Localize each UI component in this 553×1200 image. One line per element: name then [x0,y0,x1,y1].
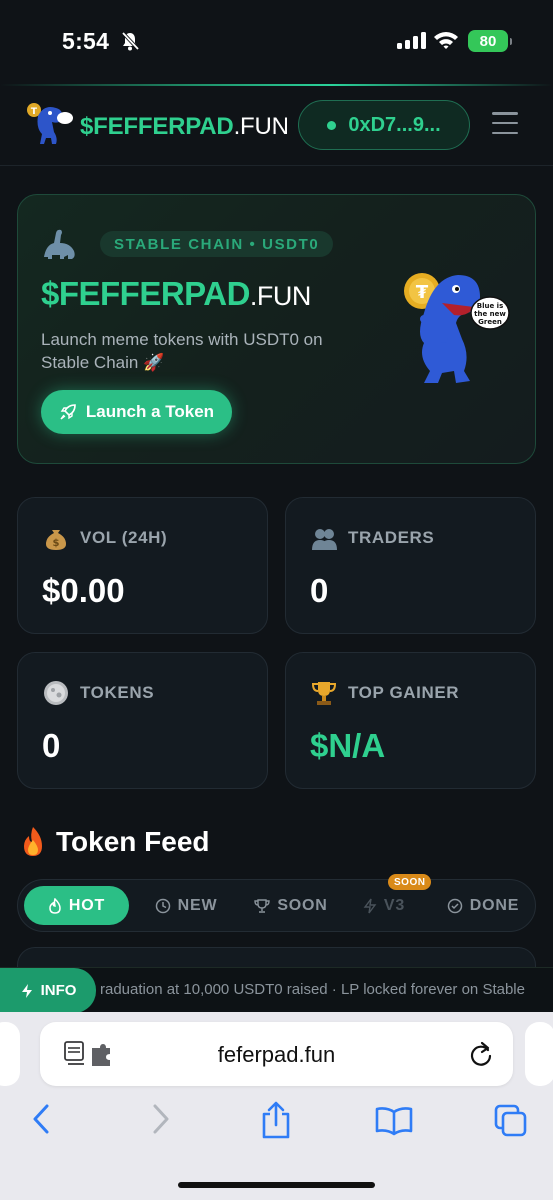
info-label: INFO [40,982,77,999]
wallet-address: 0xD7...9... [348,113,441,136]
info-ticker: raduation at 10,000 USDT0 raised · LP lo… [0,967,553,1012]
stat-card-volume: $ VOL (24H) $0.00 [17,497,268,634]
url-text: feferpad.fun [217,1042,336,1067]
svg-text:the new: the new [474,310,506,318]
tabs-icon[interactable] [494,1104,528,1138]
people-icon [312,529,337,550]
stat-label: VOL (24H) [80,528,168,547]
svg-text:T: T [31,107,38,117]
check-circle-icon [447,898,463,913]
dino-logo-icon[interactable]: T [24,98,74,150]
wifi-icon [434,32,458,49]
safari-toolbar: feferpad.fun [0,1012,553,1200]
stat-value: $0.00 [42,572,125,609]
wallet-status-dot [327,120,337,130]
cell-signal-icon [397,32,426,49]
brand-suffix: .FUN [233,113,289,140]
hero-title: $FEFFERPAD.FUN [41,275,311,313]
app-header: T $FEFFERPAD.FUN 0xD7...9... [0,86,553,166]
lightning-icon [363,898,377,913]
tab-soon[interactable]: SOON [246,886,336,925]
hero-title-bold: $FEFFERPAD [41,275,250,312]
prev-tab-preview[interactable] [0,1022,20,1086]
stat-label: TOKENS [80,683,155,702]
hamburger-menu-icon[interactable] [492,112,518,134]
tab-v3[interactable]: V3 [354,886,414,925]
wallet-button[interactable]: 0xD7...9... [298,100,470,150]
stat-value: $N/A [310,727,386,764]
svg-text:Green: Green [478,318,502,326]
tab-label: V3 [383,896,406,914]
launch-token-label: Launch a Token [85,402,215,421]
battery-indicator: 80 [468,30,512,52]
feed-tabs: HOT NEW SOON V3 SOON DONE [17,874,536,932]
trophy-icon [311,682,337,705]
stat-value: 0 [310,572,329,609]
money-bag-icon: $ [46,530,66,550]
next-tab-preview[interactable] [525,1022,553,1086]
hero-title-suffix: .FUN [249,281,312,311]
brand-bold: $FEFFERPAD [80,113,234,140]
bookmarks-icon[interactable] [375,1106,413,1136]
hero-card: STABLE CHAIN • USDT0 $FEFFERPAD.FUN Laun… [17,194,536,464]
stat-card-top-gainer: TOP GAINER $N/A [285,652,536,789]
svg-text:Blue is: Blue is [477,302,503,310]
tab-label: DONE [469,896,520,914]
bell-off-icon [121,31,140,51]
token-feed-heading: Token Feed [18,826,210,858]
lightning-icon [21,983,32,998]
info-button[interactable]: INFO [0,968,96,1012]
coin-icon [44,681,68,705]
tab-label: NEW [177,896,218,914]
stat-card-tokens: TOKENS 0 [17,652,268,789]
status-bar: 5:54 80 [0,0,553,84]
tab-label: HOT [68,896,106,914]
fire-icon [24,827,42,856]
reload-icon[interactable] [468,1040,494,1068]
tab-label: SOON [277,896,328,914]
dinosaur-icon [44,229,75,259]
stat-value: 0 [42,727,61,764]
stat-card-traders: TRADERS 0 [285,497,536,634]
mascot-dino-image: ₮ Blue is the new Green [404,273,510,383]
chain-chip: STABLE CHAIN • USDT0 [100,231,334,257]
flame-icon [49,897,61,914]
back-icon[interactable] [30,1102,52,1136]
hero-subtitle: Launch meme tokens with USDT0 on Stable … [41,330,323,372]
forward-icon[interactable] [150,1102,172,1136]
status-time: 5:54 [62,28,110,54]
share-icon[interactable] [260,1100,292,1140]
home-indicator [178,1182,375,1188]
v3-soon-badge: SOON [388,874,432,890]
trophy-outline-icon [254,898,271,913]
svg-text:$: $ [53,538,60,549]
tab-new[interactable]: NEW [146,886,226,925]
tab-done[interactable]: DONE [434,886,532,925]
tab-hot[interactable]: HOT [24,886,129,925]
launch-token-button[interactable]: Launch a Token [41,390,232,434]
rocket-icon [60,404,76,420]
clock-icon [155,898,170,913]
stat-label: TOP GAINER [348,683,460,702]
ticker-text: raduation at 10,000 USDT0 raised · LP lo… [100,981,525,998]
token-feed-title: Token Feed [56,826,210,857]
address-bar[interactable]: feferpad.fun [40,1022,513,1086]
brand-logo-text[interactable]: $FEFFERPAD.FUN [80,113,289,141]
stat-label: TRADERS [348,528,435,547]
svg-text:₮: ₮ [416,282,429,303]
